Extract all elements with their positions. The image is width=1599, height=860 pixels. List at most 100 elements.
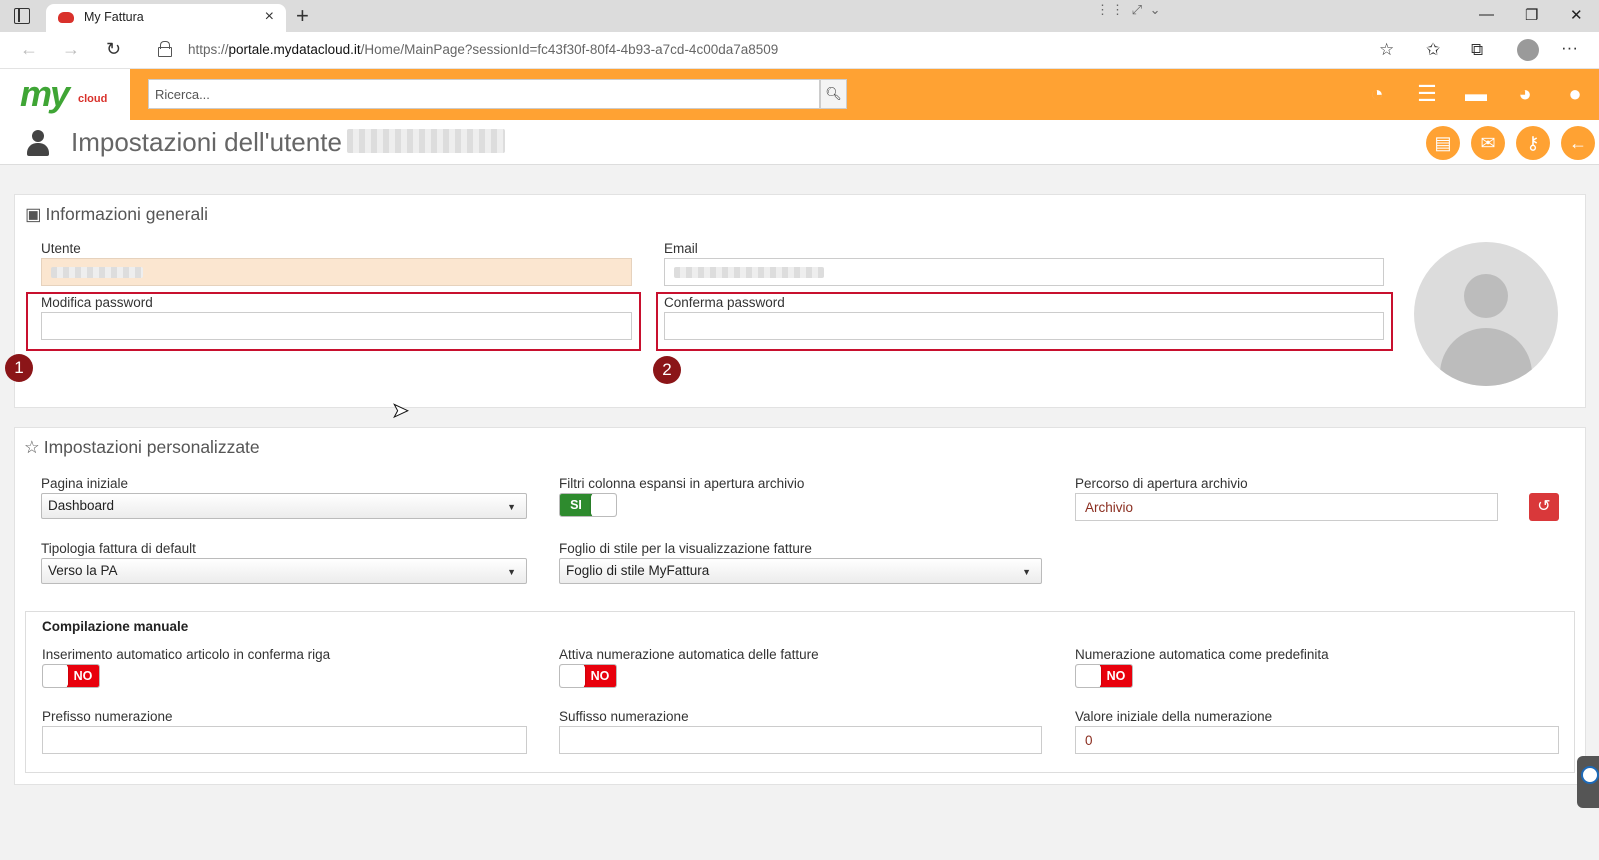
mail-icon[interactable]: ✉	[1471, 126, 1505, 160]
toggle-knob	[1076, 665, 1101, 687]
confirm-password-label: Conferma password	[664, 295, 785, 310]
url-prefix: https://	[188, 42, 229, 57]
invoice-type-label: Tipologia fattura di default	[41, 541, 196, 556]
dashboard-icon[interactable]: ◔	[1362, 79, 1392, 109]
id-card-icon: ▣	[25, 204, 42, 224]
password-label: Modifica password	[41, 295, 153, 310]
toggle-knob	[591, 494, 616, 516]
user-label: Utente	[41, 241, 81, 256]
stylesheet-select[interactable]: Foglio di stile MyFattura ▼	[559, 558, 1042, 584]
toggle-knob	[43, 665, 68, 687]
logo[interactable]: my cloud	[0, 69, 130, 120]
tab-title: My Fattura	[84, 10, 144, 24]
browser-tab-bar: My Fattura × + ⋮⋮ ⤢ ⌄ — ❐ ✕	[0, 0, 1599, 32]
default-numbering-toggle[interactable]: NO	[1075, 664, 1133, 688]
filters-toggle[interactable]: SI	[559, 493, 617, 517]
suffix-label: Suffisso numerazione	[559, 709, 689, 724]
more-icon[interactable]: ···	[1561, 38, 1578, 58]
email-label: Email	[664, 241, 698, 256]
prefix-label: Prefisso numerazione	[42, 709, 173, 724]
app-header: my cloud 🔍︎ ◔ ☰ ▬ ◕ ●	[0, 69, 1599, 120]
search-input[interactable]	[148, 79, 820, 109]
archive-path-label: Percorso di apertura archivio	[1075, 476, 1248, 491]
logo-main: my	[20, 73, 70, 114]
home-page-select[interactable]: Dashboard ▼	[41, 493, 527, 519]
minimize-icon[interactable]: —	[1479, 6, 1494, 23]
key-icon[interactable]: ⚷	[1516, 126, 1550, 160]
tab-close-icon[interactable]: ×	[265, 8, 274, 26]
reset-button[interactable]: ↺	[1529, 493, 1559, 521]
home-page-label: Pagina iniziale	[41, 476, 129, 491]
window-close-icon[interactable]: ✕	[1570, 6, 1583, 24]
toggle-off-label: NO	[584, 665, 616, 687]
redacted-user-value	[51, 267, 143, 278]
star-icon: ☆	[24, 437, 40, 457]
step-marker-1: 1	[5, 354, 33, 382]
search-button[interactable]: 🔍︎	[820, 79, 847, 109]
refresh-icon[interactable]: ↻	[106, 39, 121, 60]
custom-settings-title: ☆ Impostazioni personalizzate	[24, 437, 260, 458]
favicon-icon	[58, 12, 74, 23]
chevron-down-icon: ▼	[507, 567, 516, 577]
back-arrow-icon[interactable]: ←	[1561, 126, 1595, 160]
suffix-input[interactable]	[559, 726, 1042, 754]
logo-sub: cloud	[78, 93, 108, 105]
browser-tab[interactable]: My Fattura ×	[46, 4, 286, 32]
invoice-type-value: Verso la PA	[48, 563, 118, 578]
user-icon	[26, 128, 50, 158]
restore-icon[interactable]: ❐	[1525, 6, 1538, 24]
stylesheet-label: Foglio di stile per la visualizzazione f…	[559, 541, 812, 556]
id-card-icon[interactable]: ▤	[1426, 126, 1460, 160]
tab-actions-icon[interactable]	[14, 8, 30, 24]
manual-compilation-title: Compilazione manuale	[42, 619, 189, 634]
support-widget-tab[interactable]	[1577, 756, 1599, 808]
user-avatar[interactable]	[1414, 242, 1558, 386]
lock-icon[interactable]	[158, 41, 172, 57]
home-page-value: Dashboard	[48, 498, 115, 513]
address-bar: ← → ↻ https://portale.mydatacloud.it/Hom…	[0, 32, 1599, 69]
url-path: /Home/MainPage?sessionId=fc43f30f-80f4-4…	[360, 42, 779, 57]
collections-icon[interactable]: ⧉	[1471, 40, 1483, 60]
stylesheet-value: Foglio di stile MyFattura	[566, 563, 710, 578]
step-marker-2: 2	[653, 356, 681, 384]
briefcase-icon[interactable]: ▬	[1461, 79, 1491, 109]
list-icon[interactable]: ☰	[1412, 79, 1442, 109]
page-title-bar: Impostazioni dell'utente ▤ ✉ ⚷ ←	[0, 120, 1599, 165]
auto-numbering-label: Attiva numerazione automatica delle fatt…	[559, 647, 819, 662]
chevron-down-icon: ▼	[1022, 567, 1031, 577]
forward-icon[interactable]: →	[62, 39, 80, 60]
auto-insert-toggle[interactable]: NO	[42, 664, 100, 688]
archive-path-input[interactable]	[1075, 493, 1498, 521]
toggle-on-label: SI	[560, 494, 592, 516]
toggle-knob	[560, 665, 585, 687]
mouse-cursor-icon: ➤	[392, 400, 410, 423]
confirm-password-input[interactable]	[664, 312, 1384, 340]
general-info-title: ▣ Informazioni generali	[25, 204, 208, 225]
new-tab-icon[interactable]: +	[296, 3, 309, 29]
favorites-icon[interactable]: ✩	[1426, 40, 1440, 60]
auto-numbering-toggle[interactable]: NO	[559, 664, 617, 688]
invoice-type-select[interactable]: Verso la PA ▼	[41, 558, 527, 584]
start-value-label: Valore iniziale della numerazione	[1075, 709, 1273, 724]
email-field[interactable]	[664, 258, 1384, 286]
custom-settings-title-text: Impostazioni personalizzate	[43, 437, 260, 457]
prefix-input[interactable]	[42, 726, 527, 754]
back-icon[interactable]: ←	[20, 39, 38, 60]
start-value-input[interactable]	[1075, 726, 1559, 754]
user-menu-icon[interactable]: ●	[1560, 79, 1590, 109]
filters-label: Filtri colonna espansi in apertura archi…	[559, 476, 805, 491]
search-icon: 🔍︎	[825, 86, 842, 101]
page-title: Impostazioni dell'utente	[71, 127, 342, 157]
password-input[interactable]	[41, 312, 632, 340]
window-layout-icon[interactable]: ⋮⋮ ⤢ ⌄	[1096, 2, 1163, 18]
url-host: portale.mydatacloud.it	[228, 42, 361, 57]
url-field[interactable]: https://portale.mydatacloud.it/Home/Main…	[188, 42, 778, 57]
profile-avatar[interactable]	[1517, 39, 1539, 61]
chevron-down-icon: ▼	[507, 502, 516, 512]
redacted-username	[347, 129, 505, 153]
auto-insert-label: Inserimento automatico articolo in confe…	[42, 647, 331, 662]
add-favorite-icon[interactable]: ☆	[1379, 40, 1394, 60]
pie-chart-icon[interactable]: ◕	[1510, 79, 1540, 109]
toggle-off-label: NO	[67, 665, 99, 687]
redacted-email-value	[674, 267, 824, 278]
